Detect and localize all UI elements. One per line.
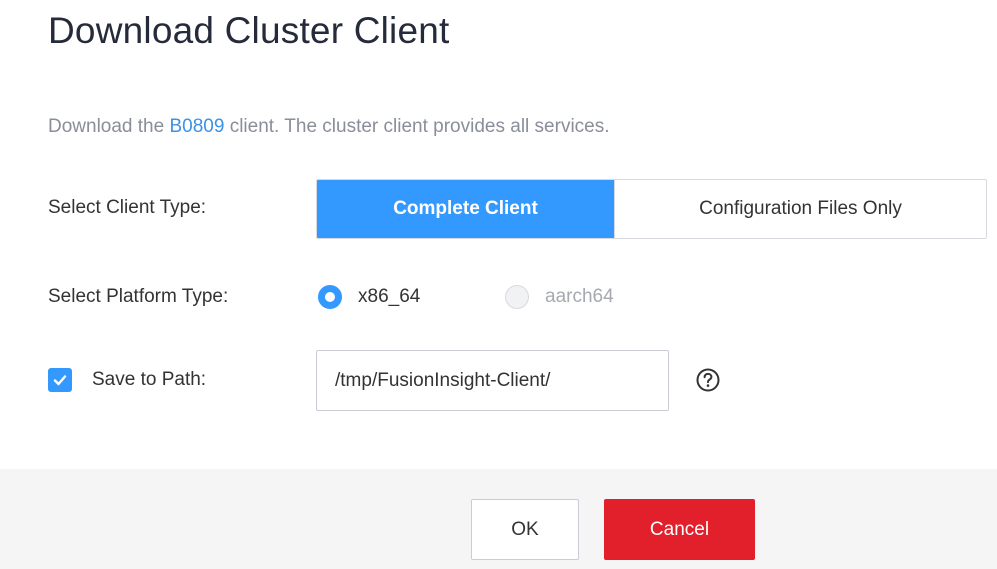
complete-client-option[interactable]: Complete Client: [317, 180, 614, 238]
description-suffix: client. The cluster client provides all …: [224, 116, 610, 137]
dialog-description: Download the B0809 client. The cluster c…: [48, 116, 610, 138]
radio-unchecked-icon: [505, 285, 529, 309]
radio-checked-icon: [318, 285, 342, 309]
question-circle-icon[interactable]: [695, 367, 721, 393]
configuration-files-only-option[interactable]: Configuration Files Only: [614, 180, 986, 238]
dialog-title: Download Cluster Client: [48, 10, 450, 51]
description-prefix: Download the: [48, 116, 170, 137]
radio-aarch64-label: aarch64: [545, 286, 614, 307]
save-to-path-checkbox[interactable]: Save to Path:: [48, 368, 206, 392]
radio-x86-64[interactable]: x86_64: [318, 285, 420, 309]
cancel-button[interactable]: Cancel: [604, 499, 755, 560]
platform-type-label: Select Platform Type:: [48, 286, 229, 307]
save-to-path-label: Save to Path:: [92, 369, 207, 390]
download-client-dialog: Download Cluster Client Download the B08…: [0, 0, 997, 569]
save-path-input[interactable]: [316, 350, 669, 411]
ok-button[interactable]: OK: [471, 499, 579, 560]
client-type-label: Select Client Type:: [48, 197, 207, 218]
cluster-name-link[interactable]: B0809: [169, 116, 224, 137]
client-type-segmented-control: Complete Client Configuration Files Only: [316, 179, 987, 239]
checkbox-checked-icon[interactable]: [48, 368, 72, 392]
radio-x86-64-label: x86_64: [358, 286, 421, 307]
radio-aarch64: aarch64: [505, 285, 614, 309]
